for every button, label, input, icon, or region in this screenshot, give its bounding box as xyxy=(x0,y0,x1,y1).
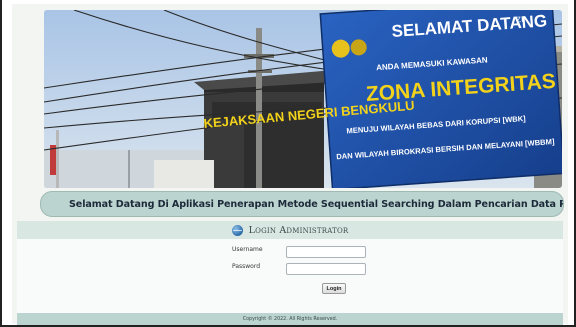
globe-icon xyxy=(231,224,243,236)
password-label: Password xyxy=(232,263,261,270)
banner-illustration: SELAMAT DATANG ZI ANDA MEMASUKI KAWASAN … xyxy=(44,10,562,188)
login-button[interactable]: Login xyxy=(322,283,346,294)
login-panel-header: Login Administrator xyxy=(17,221,563,239)
page-container: SELAMAT DATANG ZI ANDA MEMASUKI KAWASAN … xyxy=(12,4,568,325)
copyright-text: Copyright © 2022. All Rights Reserved. xyxy=(242,316,338,322)
username-input[interactable] xyxy=(286,246,366,258)
login-panel-title: Login Administrator xyxy=(248,224,349,236)
password-input[interactable] xyxy=(286,263,366,275)
welcome-marquee-text: Selamat Datang Di Aplikasi Penerapan Met… xyxy=(69,198,563,210)
sign-logo-text: ZI xyxy=(516,15,524,24)
page-footer: Copyright © 2022. All Rights Reserved. xyxy=(17,313,563,325)
header-banner-image: SELAMAT DATANG ZI ANDA MEMASUKI KAWASAN … xyxy=(44,10,562,188)
username-label: Username xyxy=(232,246,263,253)
page-frame: SELAMAT DATANG ZI ANDA MEMASUKI KAWASAN … xyxy=(0,0,576,327)
welcome-marquee: Selamat Datang Di Aplikasi Penerapan Met… xyxy=(40,191,564,217)
